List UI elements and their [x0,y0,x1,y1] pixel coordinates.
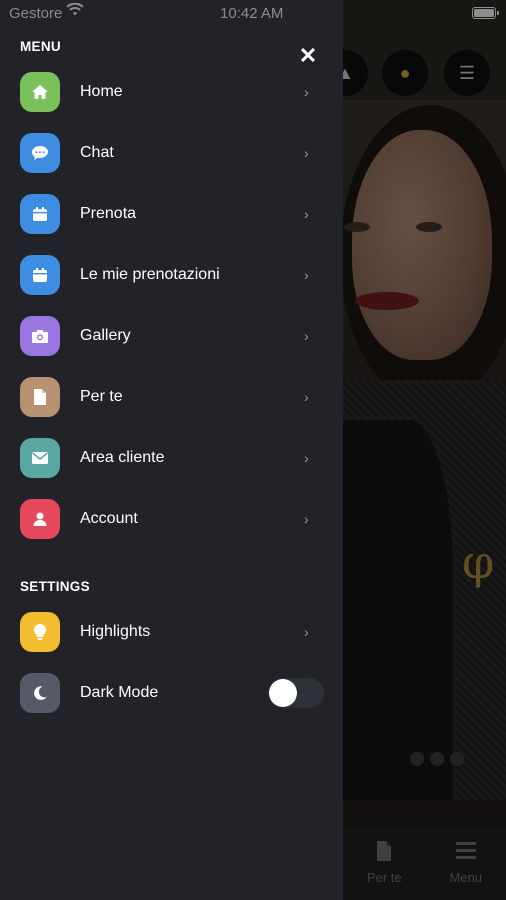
chevron-right-icon: › [304,84,309,100]
chevron-right-icon: › [304,511,309,527]
menu-item-label: Area cliente [80,449,165,466]
menu-section-title: MENU [20,39,61,54]
calendar-icon [20,194,60,234]
status-bar: Gestore 10:42 AM [0,0,506,28]
chevron-right-icon: › [304,328,309,344]
menu-item-label: Chat [80,144,114,161]
chevron-right-icon: › [304,389,309,405]
settings-section-title: SETTINGS [20,579,90,594]
menu-item-per-te[interactable]: Per te › [0,369,343,425]
menu-item-label: Gallery [80,327,131,344]
menu-item-label: Dark Mode [80,684,159,701]
chevron-right-icon: › [304,450,309,466]
menu-item-prenota[interactable]: Prenota › [0,186,343,242]
calendar-icon [20,255,60,295]
menu-item-dark-mode: Dark Mode [0,665,343,721]
menu-item-label: Le mie prenotazioni [80,266,220,283]
menu-item-label: Account [80,510,138,527]
chevron-right-icon: › [304,206,309,222]
chevron-right-icon: › [304,624,309,640]
menu-item-label: Home [80,83,123,100]
menu-item-label: Highlights [80,623,151,640]
lightbulb-icon [20,612,60,652]
toggle-knob [269,679,297,707]
menu-item-gallery[interactable]: Gallery › [0,308,343,364]
menu-item-area-cliente[interactable]: Area cliente › [0,430,343,486]
menu-item-label: Prenota [80,205,137,222]
chevron-right-icon: › [304,145,309,161]
user-icon [20,499,60,539]
document-icon [20,377,60,417]
side-drawer: MENU ✕ Home › Chat › Prenota › Le mie pr… [0,0,343,900]
wifi-icon [66,2,84,19]
menu-item-le-mie-prenotazioni[interactable]: Le mie prenotazioni › [0,247,343,303]
chat-icon [20,133,60,173]
moon-icon [20,673,60,713]
menu-item-chat[interactable]: Chat › [0,125,343,181]
chevron-right-icon: › [304,267,309,283]
camera-icon [20,316,60,356]
menu-item-account[interactable]: Account › [0,491,343,547]
home-icon [20,72,60,112]
menu-item-highlights[interactable]: Highlights › [0,604,343,660]
mail-icon [20,438,60,478]
status-time: 10:42 AM [220,5,284,22]
menu-item-home[interactable]: Home › [0,64,343,120]
menu-item-label: Per te [80,388,123,405]
carrier-label: Gestore [9,5,63,22]
battery-icon [472,7,499,19]
dark-mode-toggle[interactable] [268,678,324,708]
